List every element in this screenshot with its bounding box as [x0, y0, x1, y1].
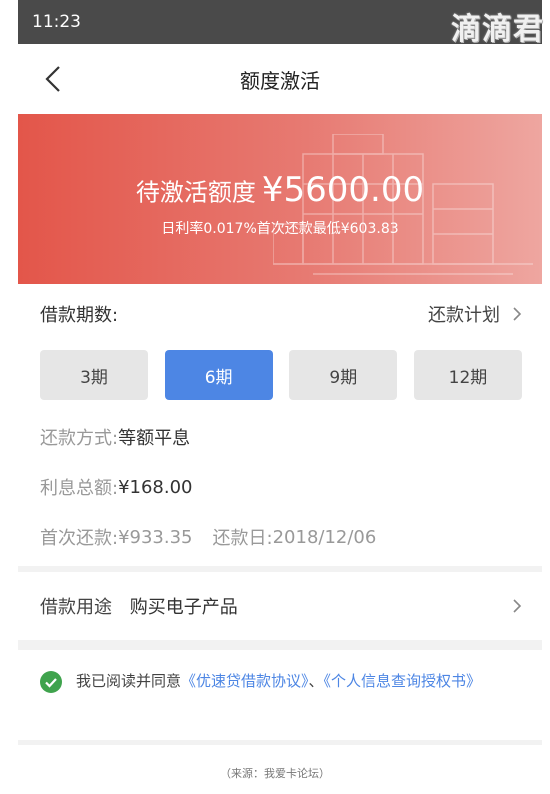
first-repayment-value: ¥933.35 — [118, 526, 193, 548]
app-screen: 11:23 额度激活 待激活额度 ¥5600.00 日利率0.017%首次还款最… — [18, 0, 542, 745]
page-title: 额度激活 — [240, 68, 320, 93]
period-option-3[interactable]: 3期 — [40, 350, 148, 400]
loan-period-section: 借款期数: 还款计划 3期 6期 9期 12期 还款方式: 等额平息 利息总额:… — [18, 284, 542, 566]
nav-bar: 额度激活 — [18, 44, 542, 114]
period-label: 借款期数: — [40, 305, 119, 326]
limit-label: 待激活额度 — [135, 178, 256, 207]
chevron-right-icon — [513, 307, 522, 321]
repayment-method-row: 还款方式: 等额平息 — [40, 412, 522, 462]
period-option-12[interactable]: 12期 — [413, 350, 522, 400]
agreement-row: 我已阅读并同意《优速贷借款协议》、《个人信息查询授权书》 — [18, 650, 542, 740]
loan-agreement-link[interactable]: 《优速贷借款协议》 — [181, 672, 309, 690]
watermark: 滴滴君 — [451, 12, 544, 47]
repayment-method-label: 还款方式: — [40, 428, 119, 449]
back-arrow-icon[interactable] — [40, 64, 70, 94]
checkbox-checked-icon[interactable] — [40, 671, 62, 693]
credit-query-authorization-link[interactable]: 《个人信息查询授权书》 — [324, 672, 482, 690]
repayment-plan-link[interactable]: 还款计划 — [428, 301, 522, 327]
repayment-date-label: 还款日: — [212, 528, 273, 549]
credit-limit-banner: 待激活额度 ¥5600.00 日利率0.017%首次还款最低¥603.83 — [18, 114, 542, 284]
status-time: 11:23 — [32, 12, 81, 32]
loan-purpose-value: 购买电子产品 — [129, 597, 238, 618]
loan-purpose-label: 借款用途 — [40, 597, 112, 618]
first-repayment-label: 首次还款: — [40, 528, 119, 549]
total-interest-row: 利息总额: ¥168.00 — [40, 462, 522, 512]
first-repayment-row: 首次还款: ¥933.35 还款日: 2018/12/06 — [40, 512, 522, 562]
period-option-9[interactable]: 9期 — [289, 350, 398, 400]
period-options: 3期 6期 9期 12期 — [40, 350, 522, 400]
agreement-text: 我已阅读并同意《优速贷借款协议》、《个人信息查询授权书》 — [76, 672, 482, 690]
repayment-date-value: 2018/12/06 — [272, 526, 377, 548]
limit-amount: ¥5600.00 — [261, 170, 425, 210]
loan-purpose-row[interactable]: 借款用途 购买电子产品 — [18, 572, 542, 640]
rate-info: 日利率0.017%首次还款最低¥603.83 — [161, 221, 399, 237]
chevron-right-icon — [513, 599, 522, 613]
total-interest-value: ¥168.00 — [118, 476, 193, 498]
period-option-6[interactable]: 6期 — [164, 350, 273, 400]
source-caption: （来源：我爱卡论坛） — [220, 767, 330, 780]
total-interest-label: 利息总额: — [40, 478, 119, 499]
repayment-method-value: 等额平息 — [118, 428, 191, 449]
